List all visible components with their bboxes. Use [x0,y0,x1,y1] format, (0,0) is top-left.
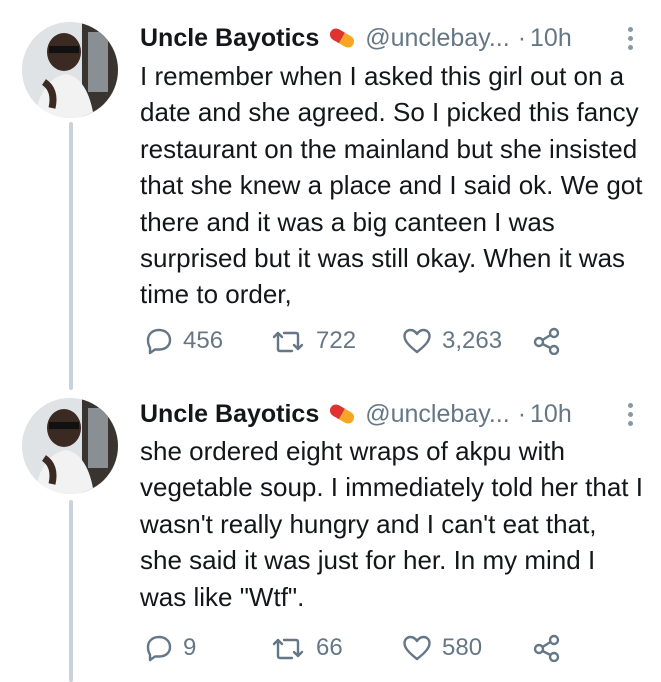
separator-dot: · [517,399,527,428]
avatar-image [22,22,118,118]
avatar-image [22,398,118,494]
reply-count: 9 [183,634,197,661]
display-name[interactable]: Uncle Bayotics [140,400,319,429]
retweet-button[interactable]: 66 [270,630,343,666]
tweet[interactable]: Uncle Bayotics @unclebay... · 10h she or… [0,390,661,682]
reply-count: 456 [183,327,224,354]
like-count: 580 [442,634,483,661]
reply-button[interactable]: 456 [145,323,223,359]
retweet-icon [272,331,304,353]
reply-button[interactable]: 9 [145,630,196,666]
like-button[interactable]: 3,263 [402,323,502,359]
tweet-text: I remember when I asked this girl out on… [140,61,643,310]
like-count: 3,263 [442,327,503,354]
username[interactable]: @unclebay... [365,24,509,53]
display-name[interactable]: Uncle Bayotics [140,24,319,53]
reply-icon [146,635,172,662]
username[interactable]: @unclebay... [365,400,509,429]
pill-emoji [327,27,357,49]
avatar[interactable] [22,398,118,494]
more-vertical-icon[interactable] [619,398,641,430]
retweet-button[interactable]: 722 [270,323,356,359]
more-vertical-icon[interactable] [619,22,641,54]
share-button[interactable] [532,630,562,666]
retweet-count: 66 [316,634,343,661]
timestamp[interactable]: 10h [530,24,572,53]
pill-emoji [327,403,357,425]
share-icon [533,327,560,355]
heart-icon [403,328,431,354]
like-button[interactable]: 580 [402,630,482,666]
retweet-count: 722 [316,327,357,354]
avatar[interactable] [22,22,118,118]
retweet-icon [272,638,304,660]
tweet-text: she ordered eight wraps of akpu with veg… [140,436,643,612]
share-icon [533,634,560,662]
separator-dot: · [517,23,527,52]
heart-icon [403,635,431,661]
tweet[interactable]: Uncle Bayotics @unclebay... · 10h I reme… [0,0,661,390]
reply-icon [146,328,172,355]
share-button[interactable] [532,323,562,359]
timestamp[interactable]: 10h [530,400,572,429]
